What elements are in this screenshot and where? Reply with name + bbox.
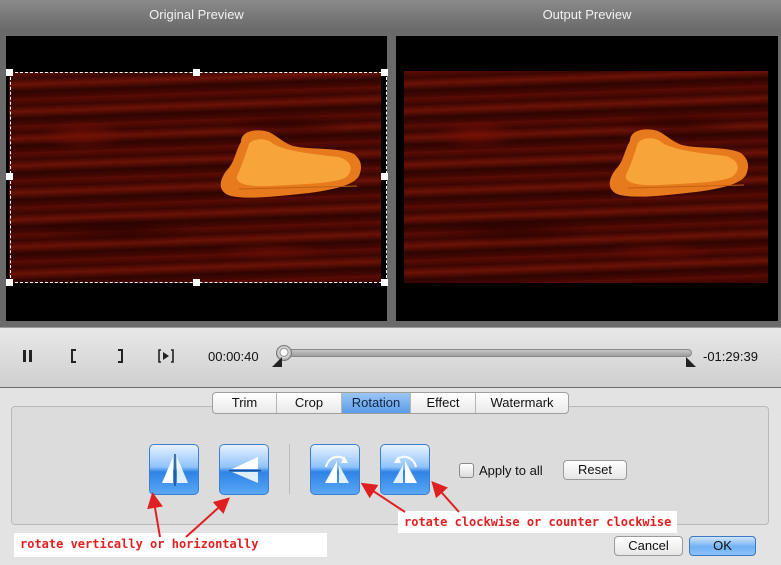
arrow-to-flip-vertical bbox=[147, 492, 163, 538]
annotation-arrows bbox=[147, 481, 460, 538]
arrow-to-flip-horizontal bbox=[185, 497, 230, 538]
video-editor-window: Original Preview Output Preview 00:00:40… bbox=[0, 0, 781, 565]
arrow-to-rotate-clockwise bbox=[360, 482, 406, 513]
arrow-to-rotate-counter-clockwise bbox=[431, 481, 460, 513]
